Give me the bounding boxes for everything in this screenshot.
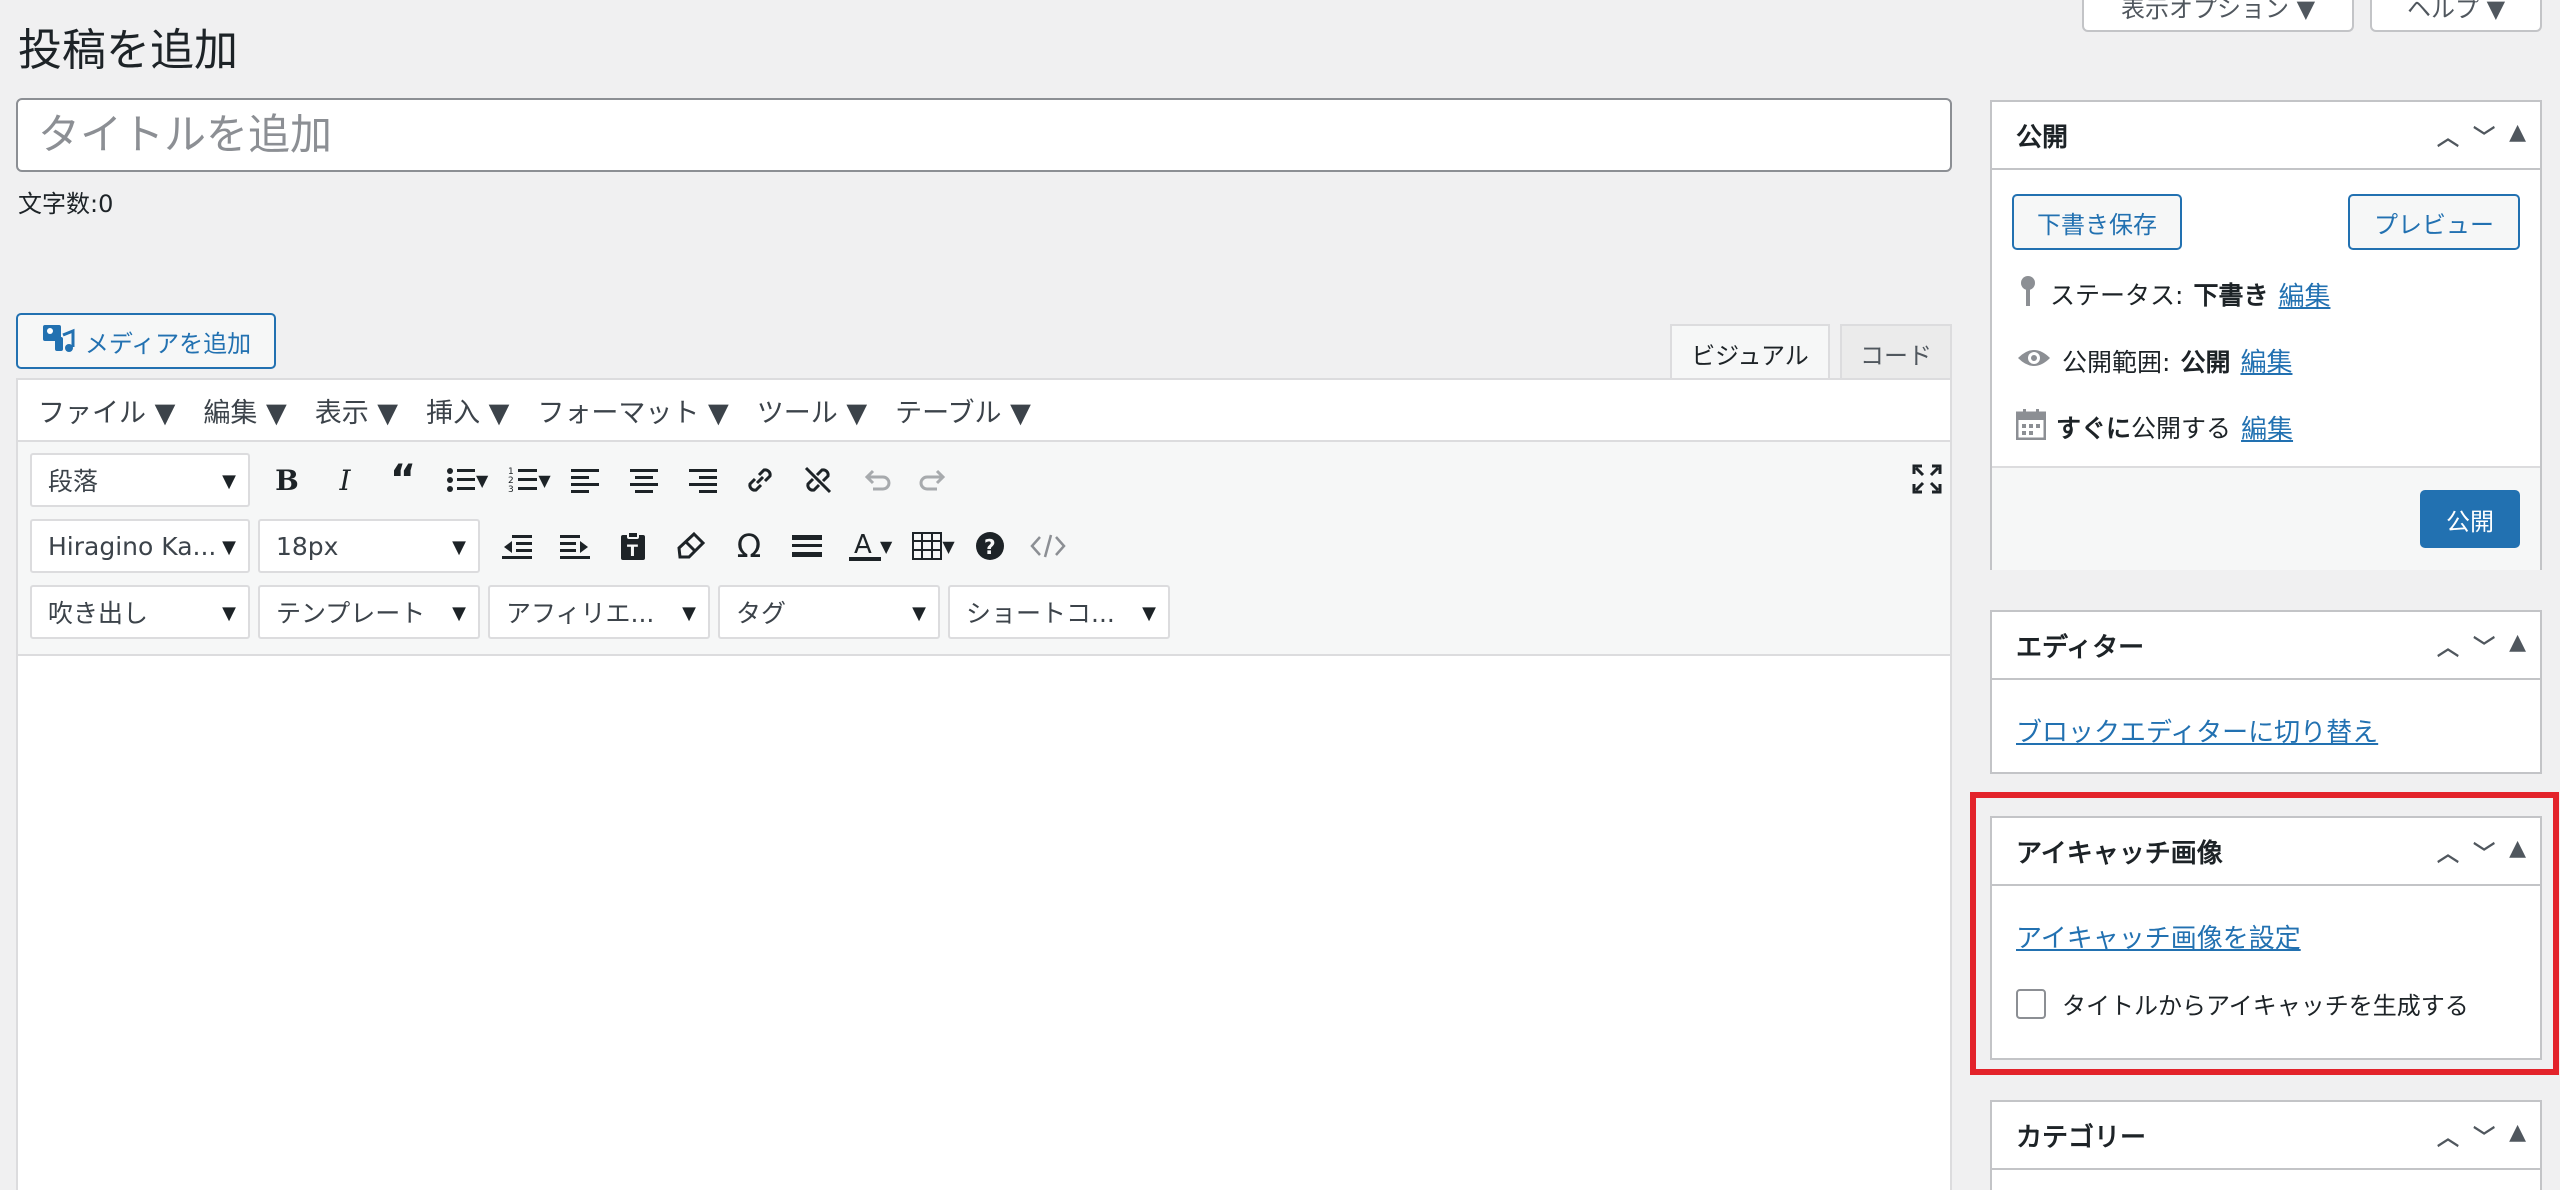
- category-box-header: カテゴリー ︿ ﹀ ▲: [1992, 1102, 2540, 1170]
- editor-menubar: ファイル ▼ 編集 ▼ 表示 ▼ 挿入 ▼ フォーマット ▼ ツール ▼ テーブ…: [18, 380, 1950, 442]
- redo-icon[interactable]: [905, 453, 963, 507]
- schedule-bold: すぐに: [2056, 414, 2132, 443]
- toolbar-row-2: Hiragino Ka... ▼ 18px ▼ T Ω A ▼ ▼ ?: [30, 518, 1077, 574]
- switch-block-editor-link[interactable]: ブロックエディターに切り替え: [2016, 712, 2378, 749]
- blockquote-icon[interactable]: “: [374, 453, 432, 507]
- status-value: 下書き: [2193, 281, 2269, 310]
- font-family-select[interactable]: Hiragino Ka... ▼: [30, 519, 250, 573]
- indent-icon[interactable]: [546, 519, 604, 573]
- category-box-title: カテゴリー: [2016, 1122, 2147, 1153]
- menu-view[interactable]: 表示 ▼: [315, 391, 398, 430]
- visibility-label: 公開範囲:: [2062, 347, 2171, 377]
- toggle-panel-icon[interactable]: ▲: [2509, 120, 2526, 152]
- template-select[interactable]: テンプレート ▼: [258, 585, 480, 639]
- publish-box-header: 公開 ︿ ﹀ ▲: [1992, 102, 2540, 170]
- editor-content-area[interactable]: [18, 658, 1950, 1190]
- move-down-icon[interactable]: ﹀: [2473, 1120, 2495, 1152]
- media-icon: [41, 321, 77, 361]
- calendar-icon: [2015, 408, 2047, 446]
- toggle-panel-icon[interactable]: ▲: [2509, 1120, 2526, 1152]
- visibility-row: 公開範囲: 公開 編集: [2016, 342, 2292, 379]
- toolbar-row-1: 段落 ▼ B I “ ▼ 123 ▼: [30, 452, 963, 508]
- move-up-icon[interactable]: ︿: [2437, 120, 2459, 152]
- fullscreen-icon[interactable]: [1898, 452, 1956, 506]
- special-character-icon[interactable]: Ω: [720, 519, 778, 573]
- move-up-icon[interactable]: ︿: [2437, 630, 2459, 662]
- category-box: カテゴリー ︿ ﹀ ▲: [1990, 1100, 2542, 1190]
- status-edit-link[interactable]: 編集: [2278, 276, 2330, 313]
- code-tag-icon[interactable]: [1019, 519, 1077, 573]
- shortcode-select[interactable]: ショートコ... ▼: [948, 585, 1170, 639]
- move-down-icon[interactable]: ﹀: [2473, 630, 2495, 662]
- paragraph-select[interactable]: 段落 ▼: [30, 453, 250, 507]
- bold-icon[interactable]: B: [258, 453, 316, 507]
- publish-box-title: 公開: [2016, 122, 2069, 153]
- classic-editor: ファイル ▼ 編集 ▼ 表示 ▼ 挿入 ▼ フォーマット ▼ ツール ▼ テーブ…: [16, 378, 1952, 1190]
- svg-text:3: 3: [508, 485, 514, 494]
- publish-button[interactable]: 公開: [2420, 490, 2520, 548]
- move-up-icon[interactable]: ︿: [2437, 1120, 2459, 1152]
- affiliate-select[interactable]: アフィリエ... ▼: [488, 585, 710, 639]
- move-down-icon[interactable]: ﹀: [2473, 120, 2495, 152]
- eye-icon: [2016, 346, 2052, 376]
- table-dropdown-icon[interactable]: ▼: [942, 537, 954, 556]
- publish-actions: 公開: [1992, 466, 2540, 570]
- italic-icon[interactable]: I: [316, 453, 374, 507]
- text-color-dropdown-icon[interactable]: ▼: [880, 537, 892, 556]
- svg-text:T: T: [627, 541, 638, 560]
- editor-box: エディター ︿ ﹀ ▲ ブロックエディターに切り替え: [1990, 610, 2542, 774]
- screen-options-button[interactable]: 表示オプション ▼: [2082, 0, 2354, 32]
- word-count: 文字数:0: [18, 190, 114, 218]
- link-icon[interactable]: [731, 453, 789, 507]
- align-center-icon[interactable]: [615, 453, 673, 507]
- page-title: 投稿を追加: [18, 25, 238, 76]
- help-icon[interactable]: ?: [961, 519, 1019, 573]
- save-draft-button[interactable]: 下書き保存: [2012, 194, 2182, 250]
- align-right-icon[interactable]: [673, 453, 731, 507]
- tag-select[interactable]: タグ ▼: [718, 585, 940, 639]
- toolbar-row-3: 吹き出し ▼ テンプレート ▼ アフィリエ... ▼ タグ ▼ ショートコ... ▼: [30, 584, 1178, 640]
- preview-button[interactable]: プレビュー: [2348, 194, 2520, 250]
- menu-format[interactable]: フォーマット ▼: [537, 391, 728, 430]
- menu-edit[interactable]: 編集 ▼: [203, 391, 286, 430]
- status-label: ステータス:: [2050, 281, 2184, 310]
- horizontal-line-icon[interactable]: [778, 519, 836, 573]
- bullet-list-dropdown-icon[interactable]: ▼: [476, 471, 488, 490]
- schedule-edit-link[interactable]: 編集: [2241, 409, 2293, 446]
- outdent-icon[interactable]: [488, 519, 546, 573]
- paste-text-icon[interactable]: T: [604, 519, 662, 573]
- schedule-row: すぐに公開する 編集: [2015, 408, 2293, 446]
- help-button[interactable]: ヘルプ ▼: [2370, 0, 2542, 32]
- publish-box: 公開 ︿ ﹀ ▲ 下書き保存 プレビュー ステータス: 下書き 編集 公開範囲:…: [1990, 100, 2542, 570]
- balloon-select[interactable]: 吹き出し ▼: [30, 585, 250, 639]
- highlight-frame: [1970, 792, 2559, 1075]
- menu-insert[interactable]: 挿入 ▼: [426, 391, 509, 430]
- tab-visual[interactable]: ビジュアル: [1670, 324, 1830, 380]
- pin-icon: [2016, 274, 2040, 314]
- menu-file[interactable]: ファイル ▼: [38, 391, 175, 430]
- align-left-icon[interactable]: [557, 453, 615, 507]
- svg-text:A: A: [854, 530, 872, 560]
- font-size-select[interactable]: 18px ▼: [258, 519, 480, 573]
- post-title-input[interactable]: タイトルを追加: [16, 98, 1952, 172]
- toggle-panel-icon[interactable]: ▲: [2509, 630, 2526, 662]
- add-media-label: メディアを追加: [84, 329, 252, 358]
- status-row: ステータス: 下書き 編集: [2016, 274, 2330, 314]
- add-media-button[interactable]: メディアを追加: [16, 313, 276, 369]
- editor-box-title: エディター: [2016, 632, 2145, 663]
- unlink-icon[interactable]: [789, 453, 847, 507]
- tab-code[interactable]: コード: [1840, 324, 1952, 380]
- svg-text:?: ?: [984, 535, 996, 559]
- numbered-list-dropdown-icon[interactable]: ▼: [538, 471, 550, 490]
- menu-table[interactable]: テーブル ▼: [895, 391, 1031, 430]
- clear-formatting-icon[interactable]: [662, 519, 720, 573]
- visibility-edit-link[interactable]: 編集: [2240, 342, 2292, 379]
- menu-tools[interactable]: ツール ▼: [757, 391, 867, 430]
- schedule-text: 公開する: [2131, 414, 2232, 443]
- editor-toolbars: 段落 ▼ B I “ ▼ 123 ▼ Hiragino Ka... ▼ 18px…: [18, 442, 1950, 656]
- editor-box-header: エディター ︿ ﹀ ▲: [1992, 612, 2540, 680]
- visibility-value: 公開: [2180, 347, 2231, 377]
- undo-icon[interactable]: [847, 453, 905, 507]
